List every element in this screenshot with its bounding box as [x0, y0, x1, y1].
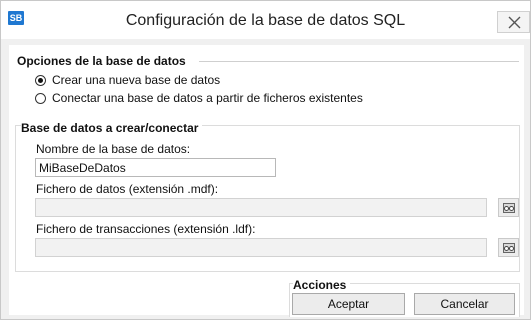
db-options-divider [199, 61, 519, 62]
browse-data-file-button[interactable] [498, 198, 519, 217]
db-options-heading: Opciones de la base de datos [17, 54, 186, 68]
log-file-label: Fichero de transacciones (extensión .ldf… [36, 222, 256, 236]
accept-button[interactable]: Aceptar [292, 293, 405, 315]
cancel-button[interactable]: Cancelar [414, 293, 515, 315]
actions-heading: Acciones [293, 278, 351, 292]
radio-create-new-indicator[interactable] [35, 74, 46, 86]
browse-log-file-button[interactable] [498, 238, 519, 257]
radio-create-new-label: Crear una nueva base de datos [52, 73, 221, 87]
radio-connect-existing[interactable]: Conectar una base de datos a partir de f… [35, 90, 363, 106]
radio-create-new[interactable]: Crear una nueva base de datos [35, 72, 220, 88]
close-button[interactable] [497, 11, 530, 33]
db-name-input[interactable] [35, 158, 276, 177]
browse-files-icon [503, 203, 515, 213]
log-file-input[interactable] [35, 238, 487, 257]
db-target-heading: Base de datos a crear/conectar [21, 121, 203, 135]
radio-connect-existing-label: Conectar una base de datos a partir de f… [52, 91, 363, 105]
close-icon [508, 16, 521, 29]
data-file-input[interactable] [35, 198, 487, 217]
data-file-label: Fichero de datos (extensión .mdf): [36, 182, 219, 196]
window-title: Configuración de la base de datos SQL [125, 12, 406, 29]
title-bar: SB Configuración de la base de datos SQL [1, 1, 530, 39]
dialog-content: Opciones de la base de datos Crear una n… [9, 45, 524, 317]
dialog-window: SB Configuración de la base de datos SQL… [0, 0, 531, 320]
browse-files-icon [503, 243, 515, 253]
db-name-label: Nombre de la base de datos: [36, 142, 191, 156]
radio-connect-existing-indicator[interactable] [35, 92, 46, 104]
